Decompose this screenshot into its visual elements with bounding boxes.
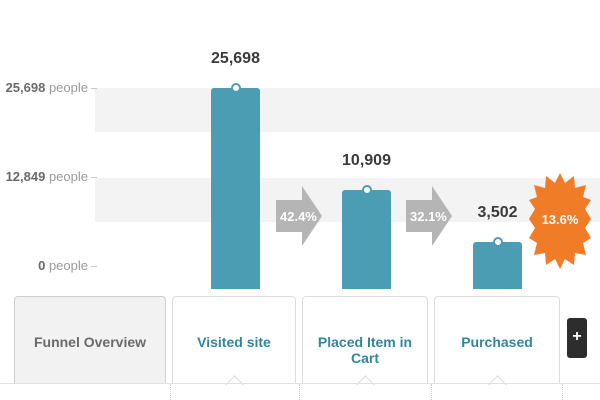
divider	[299, 384, 301, 400]
bar-visited-site[interactable]	[211, 88, 260, 289]
y-tick-label: 12,849 people	[5, 169, 88, 184]
grid-band	[95, 88, 600, 132]
tab-funnel-overview[interactable]: Funnel Overview	[14, 296, 166, 384]
divider	[562, 384, 564, 400]
bar-placed-item-in-cart[interactable]	[342, 190, 391, 289]
y-tick-label: 0 people	[38, 258, 88, 273]
tab-pointer	[225, 375, 244, 394]
bar-marker	[230, 83, 241, 93]
step-conversion-rate: 42.4%	[280, 209, 317, 224]
add-step-button[interactable]: +	[567, 318, 587, 358]
y-tick-label: 25,698 people	[5, 80, 88, 95]
tab-purchased[interactable]: Purchased	[434, 296, 560, 394]
y-tick	[91, 266, 97, 267]
bar-marker	[492, 236, 503, 247]
tab-label: Visited site	[197, 334, 271, 350]
divider	[170, 384, 172, 400]
bar-purchased[interactable]	[473, 241, 522, 289]
tab-placed-item-in-cart[interactable]: Placed Item in Cart	[302, 296, 428, 394]
tab-pointer	[488, 375, 507, 394]
tab-label: Purchased	[461, 334, 533, 350]
tab-pointer	[356, 375, 375, 394]
tab-label: Funnel Overview	[33, 334, 147, 350]
tab-label: Placed Item in Cart	[317, 334, 413, 366]
tab-visited-site[interactable]: Visited site	[172, 296, 296, 394]
y-tick	[91, 88, 97, 89]
bar-value-label: 10,909	[342, 152, 391, 170]
bar-marker	[361, 185, 372, 196]
bar-value-label: 25,698	[211, 50, 260, 67]
bar-value-label: 3,502	[477, 203, 518, 221]
overall-conversion-rate: 13.6%	[541, 212, 579, 227]
divider	[431, 384, 433, 400]
y-tick	[91, 177, 97, 178]
step-conversion-rate: 32.1%	[410, 209, 447, 224]
